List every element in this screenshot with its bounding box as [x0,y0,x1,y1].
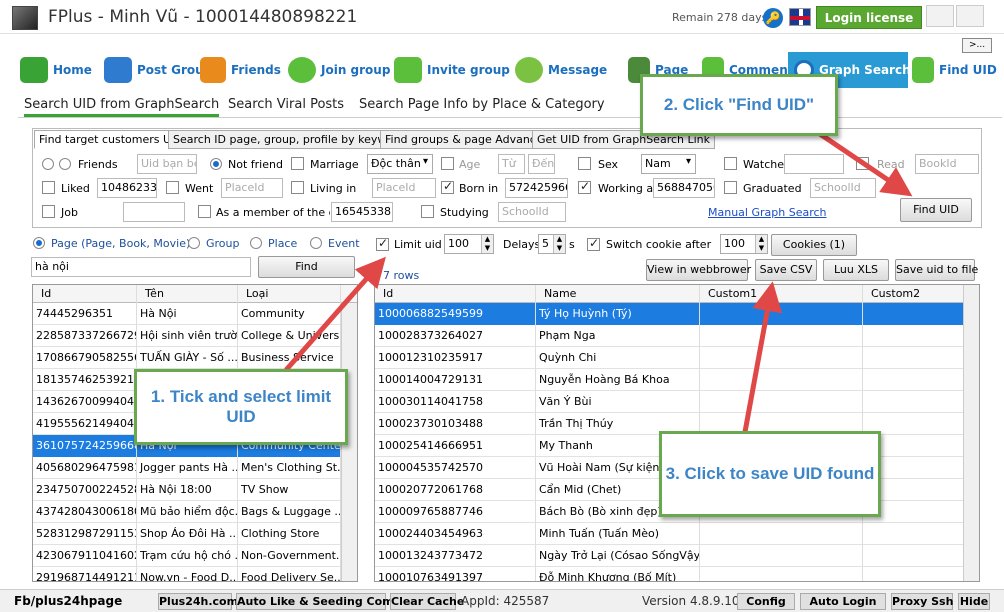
callout-step1: 1. Tick and select limit UID [134,369,348,445]
callout-step3: 3. Click to save UID found [659,431,881,517]
arrow-to-find-uid [818,131,913,197]
annotation-arrows [284,131,913,433]
arrow-to-limit-uid [284,256,386,372]
app-window: FPlus - Minh Vũ - 100014480898221 Remain… [0,0,1004,612]
arrow-to-save-csv [742,281,783,433]
callout-step2: 2. Click "Find UID" [640,74,838,136]
